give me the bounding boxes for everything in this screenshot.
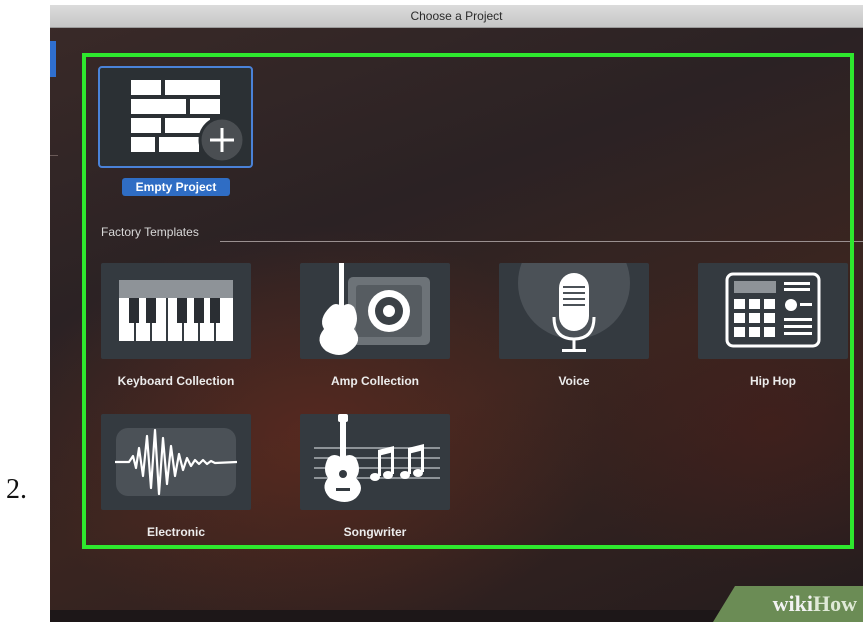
highlight-annotation — [82, 53, 854, 549]
sidebar-divider — [50, 155, 58, 156]
watermark-wiki: wiki — [772, 591, 813, 616]
watermark-how: How — [813, 591, 857, 616]
sidebar-selection-indicator — [50, 41, 56, 77]
wikihow-watermark: wikiHow — [713, 586, 863, 622]
step-number: 2. — [6, 474, 27, 505]
window-title: Choose a Project — [50, 5, 863, 28]
